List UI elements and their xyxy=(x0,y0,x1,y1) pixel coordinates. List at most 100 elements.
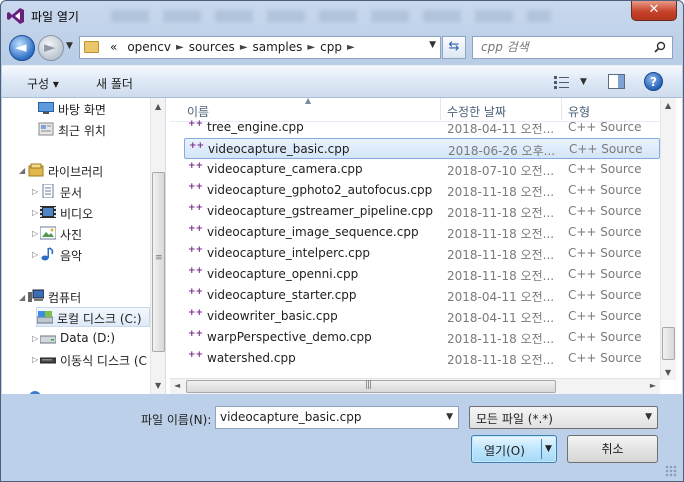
view-dropdown-icon[interactable]: ▼ xyxy=(580,77,587,87)
view-options-icon[interactable] xyxy=(554,75,570,89)
filename-input[interactable] xyxy=(220,410,435,424)
nav-item-label: 사진 xyxy=(60,228,83,242)
drive-icon xyxy=(40,335,56,344)
file-row[interactable]: ++ tree_engine.cpp 2018-04-11 오전... C++ Sou… xyxy=(184,117,660,138)
scroll-up-arrow-icon[interactable]: ▲ xyxy=(665,101,671,110)
file-list-vertical-scrollbar[interactable]: ▲ ▼ xyxy=(660,98,676,380)
nav-item-videos[interactable]: 비디오 xyxy=(40,203,148,223)
scrollbar-thumb[interactable] xyxy=(662,327,675,360)
address-bar[interactable]: « opencv ► sources ► samples ► cpp ► ▼ xyxy=(79,36,441,59)
nav-item-label: 이동식 디스크 (C xyxy=(60,354,147,368)
file-row[interactable]: ++ watershed.cpp 2018-11-18 오전... C++ Sourc… xyxy=(184,348,660,369)
cancel-button[interactable]: 취소 xyxy=(567,435,658,463)
open-button-label: 열기(O) xyxy=(484,444,525,458)
file-row[interactable]: ++ videocapture_image_sequence.cpp 2018-11… xyxy=(184,222,660,243)
computer-icon xyxy=(28,289,44,302)
nav-item-removable-disk[interactable]: 이동식 디스크 (C xyxy=(40,350,150,370)
title-bar[interactable]: 파일 열기 ✕ xyxy=(1,1,683,31)
cpp-file-icon: ++ xyxy=(188,308,204,318)
file-row[interactable]: ++ warpPerspective_demo.cpp 2018-11-18 오전.… xyxy=(184,327,660,348)
forward-button[interactable]: ► xyxy=(38,35,64,61)
nav-item-recent-places[interactable]: 최근 위치 xyxy=(38,120,148,140)
nav-item-desktop[interactable]: 바탕 화면 xyxy=(38,99,148,119)
expand-data-d-icon[interactable]: ▷ xyxy=(32,334,38,343)
file-row[interactable]: ++ videocapture_basic.cpp 2018-06-26 오후...… xyxy=(184,138,660,159)
address-dropdown-icon[interactable]: ▼ xyxy=(429,40,436,50)
scrollbar-thumb[interactable] xyxy=(152,172,165,352)
breadcrumb-opencv[interactable]: opencv xyxy=(122,40,176,54)
breadcrumb-cpp[interactable]: cpp xyxy=(315,40,347,54)
file-name: videocapture_gphoto2_autofocus.cpp xyxy=(207,183,433,197)
breadcrumb-samples[interactable]: samples xyxy=(248,40,308,54)
filetype-dropdown-icon[interactable]: ▼ xyxy=(645,412,652,422)
file-type: C++ Source xyxy=(568,183,642,197)
expand-documents-icon[interactable]: ▷ xyxy=(32,187,38,196)
breadcrumb-sources[interactable]: sources xyxy=(184,40,240,54)
file-row[interactable]: ++ videocapture_intelperc.cpp 2018-11-18 오… xyxy=(184,243,660,264)
file-row[interactable]: ++ videocapture_starter.cpp 2018-04-11 오전.… xyxy=(184,285,660,306)
file-type: C++ Source xyxy=(568,246,642,260)
breadcrumb: « opencv ► sources ► samples ► cpp ► xyxy=(105,40,355,54)
open-options-dropdown-icon[interactable]: ▼ xyxy=(545,444,552,454)
new-folder-button[interactable]: 새 폴더 xyxy=(96,75,133,92)
search-icon[interactable] xyxy=(654,41,666,53)
scroll-down-arrow-icon[interactable]: ▼ xyxy=(665,368,671,377)
breadcrumb-separator-icon[interactable]: ► xyxy=(240,40,248,54)
breadcrumb-separator-icon[interactable]: ► xyxy=(347,40,355,54)
file-list-pane: ▲ 이름 수정한 날짜 유형 ++ tree_engine.cpp 2018-04-… xyxy=(170,98,682,394)
file-list-horizontal-scrollbar[interactable]: ◄ ► xyxy=(170,378,660,394)
nav-item-music[interactable]: 음악 xyxy=(40,245,148,265)
nav-item-label: 비디오 xyxy=(60,207,94,221)
filename-dropdown-icon[interactable]: ▼ xyxy=(446,412,453,422)
expand-videos-icon[interactable]: ▷ xyxy=(32,208,38,217)
close-button[interactable]: ✕ xyxy=(631,1,677,21)
nav-item-computer[interactable]: 컴퓨터 xyxy=(28,287,148,307)
expand-pictures-icon[interactable]: ▷ xyxy=(32,229,38,238)
expand-music-icon[interactable]: ▷ xyxy=(32,250,38,259)
search-input[interactable] xyxy=(481,40,651,54)
expand-libraries-icon[interactable]: ◢ xyxy=(19,166,25,175)
nav-item-documents[interactable]: 문서 xyxy=(40,182,148,202)
file-name: videocapture_image_sequence.cpp xyxy=(207,225,419,239)
expand-removable-disk-icon[interactable]: ▷ xyxy=(32,355,38,364)
refresh-button[interactable]: ⇆ xyxy=(442,36,466,59)
file-type: C++ Source xyxy=(568,267,642,281)
file-row[interactable]: ++ videocapture_gstreamer_pipeline.cpp 201… xyxy=(184,201,660,222)
filename-label: 파일 이름(N): xyxy=(141,413,212,427)
help-icon[interactable]: ? xyxy=(644,72,663,91)
nav-item-label: 컴퓨터 xyxy=(48,291,82,305)
scrollbar-thumb[interactable] xyxy=(186,380,556,393)
file-name: videocapture_camera.cpp xyxy=(207,162,363,176)
back-button[interactable]: ◄ xyxy=(9,35,35,61)
search-box[interactable] xyxy=(472,36,673,59)
breadcrumb-separator-icon[interactable]: ► xyxy=(307,40,315,54)
resize-grip-icon[interactable] xyxy=(665,465,677,477)
navigation-pane-scrollbar[interactable]: ▲ ▼ xyxy=(150,98,165,394)
recent-pages-dropdown-icon[interactable]: ▼ xyxy=(66,41,73,51)
scroll-up-arrow-icon[interactable]: ▲ xyxy=(155,102,161,111)
file-name: videocapture_starter.cpp xyxy=(207,288,357,302)
nav-item-libraries[interactable]: 라이브러리 xyxy=(28,161,148,181)
file-row[interactable]: ++ videocapture_gphoto2_autofocus.cpp 2018… xyxy=(184,180,660,201)
file-open-dialog: 파일 열기 ✕ ◄ ► ▼ « opencv ► sources ► sampl… xyxy=(0,0,684,482)
scroll-left-arrow-icon[interactable]: ◄ xyxy=(174,381,180,390)
file-row[interactable]: ++ videocapture_camera.cpp 2018-07-10 오전..… xyxy=(184,159,660,180)
file-row[interactable]: ++ videocapture_openni.cpp 2018-11-18 오전..… xyxy=(184,264,660,285)
nav-item-local-disk-c[interactable]: 로컬 디스크 (C:) xyxy=(36,307,150,327)
open-button[interactable]: 열기(O) ▼ xyxy=(471,435,557,463)
scroll-right-arrow-icon[interactable]: ► xyxy=(650,381,656,390)
filetype-select[interactable]: 모든 파일 (*.*) ▼ xyxy=(469,406,658,429)
expand-computer-icon[interactable]: ◢ xyxy=(19,293,25,302)
back-arrow-icon: ◄ xyxy=(15,38,27,56)
breadcrumb-separator-icon[interactable]: ► xyxy=(176,40,184,54)
organize-button[interactable]: 구성 ▾ xyxy=(27,75,59,92)
preview-pane-icon[interactable] xyxy=(608,74,625,89)
nav-item-pictures[interactable]: 사진 xyxy=(40,224,148,244)
removable-disk-icon xyxy=(40,357,56,364)
breadcrumb-overflow[interactable]: « xyxy=(105,40,122,54)
file-row[interactable]: ++ videowriter_basic.cpp 2018-04-11 오전... C… xyxy=(184,306,660,327)
scroll-down-arrow-icon[interactable]: ▼ xyxy=(155,381,161,390)
filename-combobox[interactable]: ▼ xyxy=(215,406,459,429)
file-date: 2018-11-18 오전... xyxy=(447,269,555,283)
nav-item-data-d[interactable]: Data (D:) xyxy=(40,329,148,349)
